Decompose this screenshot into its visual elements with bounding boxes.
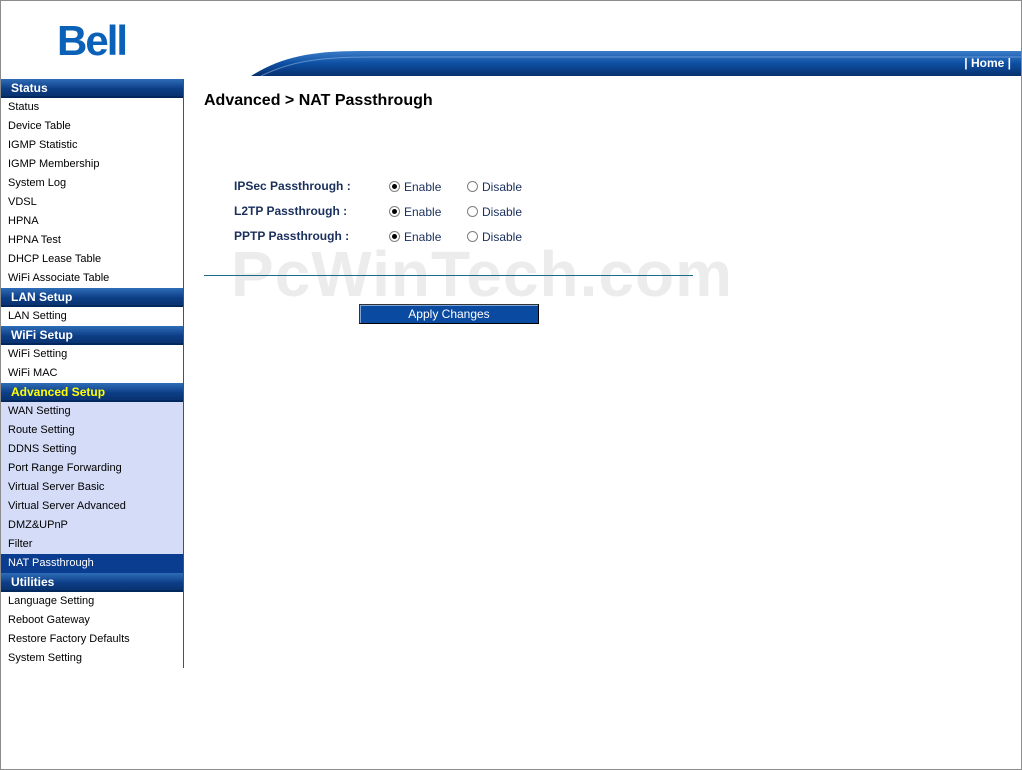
- watermark: PcWinTech.com: [231, 238, 733, 310]
- sidebar-group-advanced-setup: Advanced Setup WAN Setting Route Setting DD…: [1, 383, 183, 573]
- enable-radio[interactable]: [389, 231, 400, 242]
- sidebar-item-status[interactable]: Status: [1, 98, 183, 117]
- sidebar-item-language-setting[interactable]: Language Setting: [1, 592, 183, 611]
- sidebar-item-vdsl[interactable]: VDSL: [1, 193, 183, 212]
- sidebar-group-status: Status Status Device Table IGMP Statistic IG…: [1, 79, 183, 288]
- enable-radio[interactable]: [389, 206, 400, 217]
- sidebar-item-ddns-setting[interactable]: DDNS Setting: [1, 440, 183, 459]
- sidebar-item-filter[interactable]: Filter: [1, 535, 183, 554]
- sidebar-item-wan-setting[interactable]: WAN Setting: [1, 402, 183, 421]
- page-title: Advanced > NAT Passthrough: [204, 92, 433, 109]
- bell-logo: Bell: [57, 17, 128, 64]
- sidebar-item-hpna-test[interactable]: HPNA Test: [1, 231, 183, 250]
- sidebar-item-wifi-mac[interactable]: WiFi MAC: [1, 364, 183, 383]
- sidebar-item-hpna[interactable]: HPNA: [1, 212, 183, 231]
- sidebar-item-device-table[interactable]: Device Table: [1, 117, 183, 136]
- sidebar-item-wifi-associate-table[interactable]: WiFi Associate Table: [1, 269, 183, 288]
- setting-label: PPTP Passthrough :: [234, 229, 350, 243]
- sidebar-section-header: Status: [1, 79, 183, 98]
- sidebar-section-header: Advanced Setup: [1, 383, 183, 402]
- sidebar-item-system-setting[interactable]: System Setting: [1, 649, 183, 668]
- sidebar-item-igmp-membership[interactable]: IGMP Membership: [1, 155, 183, 174]
- sidebar-group-wifi-setup: WiFi Setup WiFi Setting WiFi MAC: [1, 326, 183, 383]
- disable-label: Disable: [482, 205, 523, 219]
- sidebar-item-lan-setting[interactable]: LAN Setting: [1, 307, 183, 326]
- apply-changes-button[interactable]: Apply Changes: [359, 304, 539, 324]
- divider: [204, 275, 693, 276]
- sidebar-item-wifi-setting[interactable]: WiFi Setting: [1, 345, 183, 364]
- sidebar-section-header: WiFi Setup: [1, 326, 183, 345]
- enable-label: Enable: [404, 180, 442, 194]
- setting-label: L2TP Passthrough :: [234, 204, 348, 218]
- setting-label: IPSec Passthrough :: [234, 179, 351, 193]
- home-link[interactable]: | Home |: [964, 56, 1011, 70]
- sidebar-item-restore-factory-defaults[interactable]: Restore Factory Defaults: [1, 630, 183, 649]
- disable-radio[interactable]: [467, 181, 478, 192]
- sidebar-item-reboot-gateway[interactable]: Reboot Gateway: [1, 611, 183, 630]
- enable-label: Enable: [404, 230, 442, 244]
- disable-radio[interactable]: [467, 206, 478, 217]
- sidebar-item-dmz-upnp[interactable]: DMZ&UPnP: [1, 516, 183, 535]
- sidebar-nav: Status Status Device Table IGMP Statistic IG…: [1, 79, 184, 668]
- sidebar-item-route-setting[interactable]: Route Setting: [1, 421, 183, 440]
- disable-label: Disable: [482, 180, 523, 194]
- header: Bell | Home |: [1, 1, 1021, 77]
- sidebar-item-dhcp-lease-table[interactable]: DHCP Lease Table: [1, 250, 183, 269]
- sidebar-section-header: Utilities: [1, 573, 183, 592]
- sidebar-item-port-range-forwarding[interactable]: Port Range Forwarding: [1, 459, 183, 478]
- sidebar-group-utilities: Utilities Language Setting Reboot Gateway R…: [1, 573, 183, 668]
- sidebar-section-header: LAN Setup: [1, 288, 183, 307]
- disable-radio[interactable]: [467, 231, 478, 242]
- disable-label: Disable: [482, 230, 523, 244]
- sidebar-item-virtual-server-basic[interactable]: Virtual Server Basic: [1, 478, 183, 497]
- header-banner: [251, 51, 1021, 76]
- sidebar-item-virtual-server-advanced[interactable]: Virtual Server Advanced: [1, 497, 183, 516]
- main-content: Advanced > NAT Passthrough PcWinTech.com…: [185, 77, 1021, 769]
- sidebar-item-igmp-statistic[interactable]: IGMP Statistic: [1, 136, 183, 155]
- sidebar-item-nat-passthrough[interactable]: NAT Passthrough: [1, 554, 183, 573]
- enable-radio[interactable]: [389, 181, 400, 192]
- sidebar-item-system-log[interactable]: System Log: [1, 174, 183, 193]
- sidebar-group-lan-setup: LAN Setup LAN Setting: [1, 288, 183, 326]
- enable-label: Enable: [404, 205, 442, 219]
